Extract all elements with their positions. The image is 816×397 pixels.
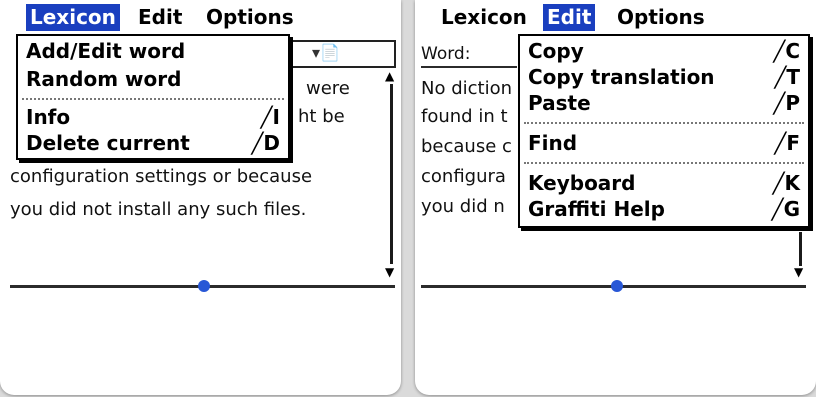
menu-edit[interactable]: Edit <box>543 4 596 31</box>
word-field[interactable]: ▾📄 <box>288 40 396 68</box>
menu-item-delete-current[interactable]: Delete current ╱D <box>26 130 280 156</box>
menu-item-find[interactable]: Find ╱F <box>528 130 800 156</box>
menu-lexicon[interactable]: Lexicon <box>26 4 120 31</box>
menu-item-label: Paste <box>528 91 591 115</box>
lexicon-dropdown-menu: Add/Edit word Random word Info ╱I Delete… <box>16 34 290 160</box>
body-fragment: configura <box>421 166 506 187</box>
body-fragment: ht be <box>298 106 345 127</box>
menu-shortcut: ╱G <box>771 197 800 221</box>
body-line: you did not install any such files. <box>10 199 307 220</box>
body-fragment: No diction <box>421 78 513 99</box>
menu-item-label: Find <box>528 131 578 155</box>
body-fragment: found in t <box>421 106 508 127</box>
scroll-up-icon[interactable]: ▲ <box>385 70 394 82</box>
body-fragment: you did n <box>421 196 505 217</box>
menu-item-label: Graffiti Help <box>528 197 665 221</box>
scroll-down-icon[interactable]: ▼ <box>385 266 394 278</box>
menu-separator <box>524 122 804 124</box>
menu-shortcut: ╱T <box>774 65 800 89</box>
menu-item-keyboard[interactable]: Keyboard ╱K <box>528 170 800 196</box>
menu-item-copy-translation[interactable]: Copy translation ╱T <box>528 64 800 90</box>
scrollbar[interactable] <box>390 84 393 264</box>
menubar: Lexicon Edit Options <box>415 0 816 35</box>
menu-item-label: Info <box>26 105 71 129</box>
body-line: configuration settings or because <box>10 166 313 187</box>
menu-options[interactable]: Options <box>202 4 298 31</box>
menu-item-random-word[interactable]: Random word <box>26 66 280 92</box>
word-field-underline <box>421 66 517 68</box>
menu-lexicon[interactable]: Lexicon <box>437 4 531 31</box>
menu-item-label: Random word <box>26 67 182 91</box>
menu-options[interactable]: Options <box>613 4 709 31</box>
left-screen: Lexicon Edit Options ▾📄 were ht be confi… <box>0 0 401 395</box>
right-screen: Lexicon Edit Options Word: No diction fo… <box>415 0 816 395</box>
edit-dropdown-menu: Copy ╱C Copy translation ╱T Paste ╱P Fin… <box>518 34 810 228</box>
menu-item-add-edit-word[interactable]: Add/Edit word <box>26 38 280 64</box>
menu-edit[interactable]: Edit <box>134 4 186 31</box>
menu-shortcut: ╱I <box>260 105 280 129</box>
menu-item-info[interactable]: Info ╱I <box>26 104 280 130</box>
position-dot <box>198 280 210 292</box>
menu-item-label: Copy translation <box>528 65 715 89</box>
menubar: Lexicon Edit Options <box>0 0 401 35</box>
dropdown-arrow-icon[interactable]: ▾📄 <box>312 43 340 62</box>
menu-item-label: Delete current <box>26 131 190 155</box>
menu-shortcut: ╱K <box>772 171 800 195</box>
scroll-down-icon[interactable]: ▼ <box>794 266 803 278</box>
menu-item-paste[interactable]: Paste ╱P <box>528 90 800 116</box>
scrollbar[interactable] <box>799 232 802 266</box>
menu-separator <box>524 162 804 164</box>
menu-shortcut: ╱F <box>774 131 800 155</box>
body-fragment: because c <box>421 136 512 157</box>
menu-separator <box>22 98 284 100</box>
word-label: Word: <box>421 44 471 64</box>
menu-shortcut: ╱D <box>251 131 280 155</box>
menu-shortcut: ╱C <box>773 39 800 63</box>
position-dot <box>611 280 623 292</box>
menu-item-label: Keyboard <box>528 171 636 195</box>
body-fragment: were <box>306 78 350 99</box>
menu-item-label: Add/Edit word <box>26 39 186 63</box>
menu-item-graffiti-help[interactable]: Graffiti Help ╱G <box>528 196 800 222</box>
menu-item-label: Copy <box>528 39 584 63</box>
menu-shortcut: ╱P <box>773 91 800 115</box>
menu-item-copy[interactable]: Copy ╱C <box>528 38 800 64</box>
